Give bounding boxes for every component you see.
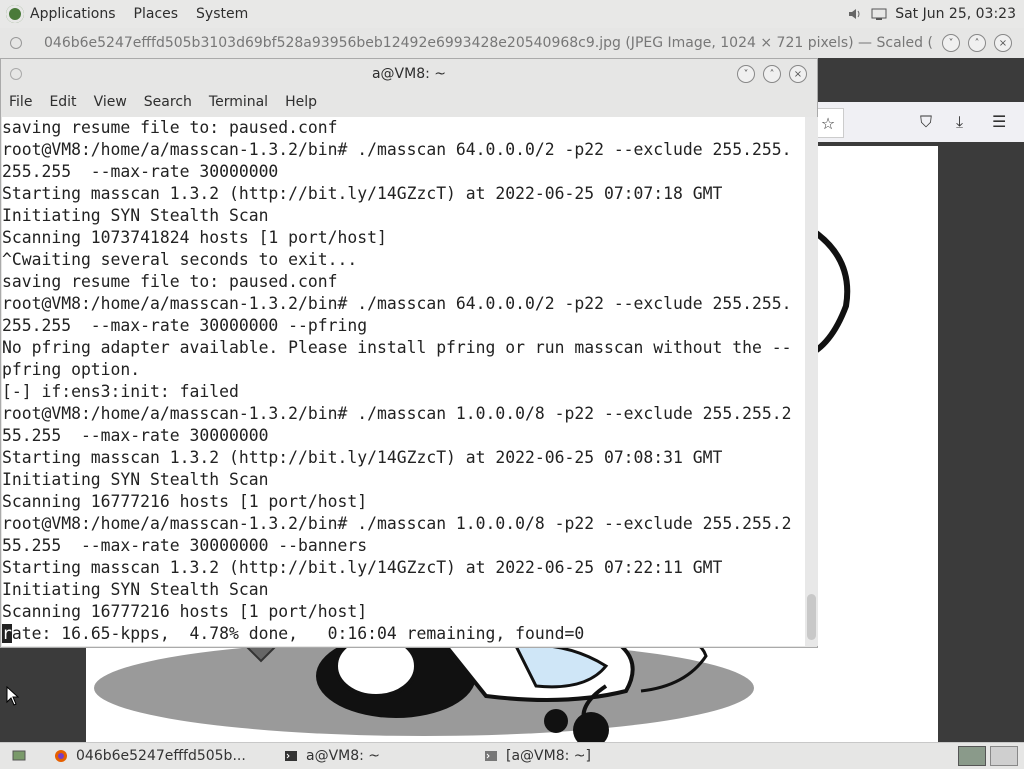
terminal-line: saving resume file to: paused.conf (2, 118, 338, 137)
terminal-line: saving resume file to: paused.conf (2, 272, 338, 291)
firefox-window-title: 046b6e5247efffd505b3103d69bf528a93956beb… (44, 35, 934, 51)
desktop-icon (12, 750, 26, 761)
taskbar: 046b6e5247efffd505b... a@VM8: ~ [a@VM8: … (0, 742, 1024, 769)
terminal-line: Starting masscan 1.3.2 (http://bit.ly/14… (2, 448, 723, 467)
maximize-button[interactable]: ˄ (968, 34, 986, 52)
distro-logo-icon[interactable] (6, 5, 24, 23)
clock[interactable]: Sat Jun 25, 03:23 (895, 6, 1016, 22)
terminal-cursor: r (2, 624, 12, 643)
menu-search[interactable]: Search (144, 94, 192, 110)
menu-applications[interactable]: Applications (30, 6, 116, 22)
volume-icon[interactable] (847, 6, 863, 22)
terminal-line: No pfring adapter available. Please inst… (2, 338, 792, 357)
menu-places[interactable]: Places (134, 6, 179, 22)
terminal-line: 255.255 --max-rate 30000000 --pfring (2, 316, 368, 335)
terminal-line: root@VM8:/home/a/masscan-1.3.2/bin# ./ma… (2, 404, 792, 423)
show-desktop-button[interactable] (4, 745, 42, 767)
terminal-status-line: rate: 16.65-kpps, 4.78% done, 0:16:04 re… (2, 623, 805, 645)
viewer-margin (938, 146, 1024, 742)
terminal-line: 55.255 --max-rate 30000000 (2, 426, 269, 445)
terminal-line: 255.255 --max-rate 30000000 (2, 162, 279, 181)
terminal-line: root@VM8:/home/a/masscan-1.3.2/bin# ./ma… (2, 140, 792, 159)
maximize-button[interactable]: ˄ (763, 65, 781, 83)
terminal-line: ^Cwaiting several seconds to exit... (2, 250, 358, 269)
terminal-line: pfring option. (2, 360, 141, 379)
terminal-icon (485, 751, 497, 761)
terminal-line: Initiating SYN Stealth Scan (2, 206, 269, 225)
scrollbar-thumb[interactable] (807, 594, 816, 640)
terminal-line: Scanning 1073741824 hosts [1 port/host] (2, 228, 387, 247)
menu-terminal[interactable]: Terminal (209, 94, 268, 110)
system-tray: Sat Jun 25, 03:23 (847, 6, 1024, 22)
menu-help[interactable]: Help (285, 94, 317, 110)
terminal-menubar: File Edit View Search Terminal Help (1, 89, 817, 115)
task-terminal[interactable]: a@VM8: ~ (276, 745, 472, 767)
menu-system[interactable]: System (196, 6, 248, 22)
terminal-line: Starting masscan 1.3.2 (http://bit.ly/14… (2, 558, 723, 577)
terminal-window-title: a@VM8: ~ (371, 66, 447, 82)
window-menu-icon[interactable] (10, 68, 22, 80)
menu-file[interactable]: File (9, 94, 32, 110)
terminal-icon (285, 751, 297, 761)
pocket-icon[interactable]: ⛉ (920, 112, 932, 132)
firefox-titlebar: 046b6e5247efffd505b3103d69bf528a93956beb… (0, 28, 1024, 58)
menu-edit[interactable]: Edit (49, 94, 76, 110)
minimize-button[interactable]: ˅ (737, 65, 755, 83)
task-firefox[interactable]: 046b6e5247efffd505b... (46, 745, 272, 767)
window-menu-icon[interactable] (10, 37, 22, 49)
mouse-pointer-icon (6, 685, 20, 711)
minimize-button[interactable]: ˅ (942, 34, 960, 52)
status-text: ate: 16.65-kpps, 4.78% done, 0:16:04 rem… (11, 624, 585, 643)
close-button[interactable]: × (994, 34, 1012, 52)
workspace-2[interactable] (990, 746, 1018, 766)
terminal-window: a@VM8: ~ ˅ ˄ × File Edit View Search Ter… (0, 58, 818, 648)
terminal-line: root@VM8:/home/a/masscan-1.3.2/bin# ./ma… (2, 514, 792, 533)
terminal-line: [-] if:ens3:init: failed (2, 382, 239, 401)
top-panel: Applications Places System Sat Jun 25, 0… (0, 0, 1024, 29)
task-label: a@VM8: ~ (306, 748, 381, 764)
terminal-output[interactable]: saving resume file to: paused.conf root@… (2, 117, 805, 646)
terminal-line: Initiating SYN Stealth Scan (2, 470, 269, 489)
terminal-line: Scanning 16777216 hosts [1 port/host] (2, 492, 368, 511)
network-icon[interactable] (871, 6, 887, 22)
workspace-1[interactable] (958, 746, 986, 766)
terminal-line: 55.255 --max-rate 30000000 --banners (2, 536, 368, 555)
workspace-switcher[interactable] (958, 746, 1018, 766)
terminal-titlebar[interactable]: a@VM8: ~ ˅ ˄ × (1, 59, 817, 89)
terminal-line: root@VM8:/home/a/masscan-1.3.2/bin# ./ma… (2, 294, 792, 313)
task-label: 046b6e5247efffd505b... (76, 748, 246, 764)
terminal-line: Starting masscan 1.3.2 (http://bit.ly/14… (2, 184, 723, 203)
task-label: [a@VM8: ~] (506, 748, 591, 764)
menu-view[interactable]: View (94, 94, 127, 110)
firefox-icon (55, 750, 67, 762)
app-menu-icon[interactable]: ☰ (992, 112, 1006, 131)
task-terminal-minimized[interactable]: [a@VM8: ~] (476, 745, 672, 767)
terminal-line: Initiating SYN Stealth Scan (2, 580, 269, 599)
close-button[interactable]: × (789, 65, 807, 83)
downloads-icon[interactable]: ⤓ (956, 112, 963, 132)
terminal-line: Scanning 16777216 hosts [1 port/host] (2, 602, 368, 621)
terminal-scrollbar[interactable] (805, 117, 818, 646)
